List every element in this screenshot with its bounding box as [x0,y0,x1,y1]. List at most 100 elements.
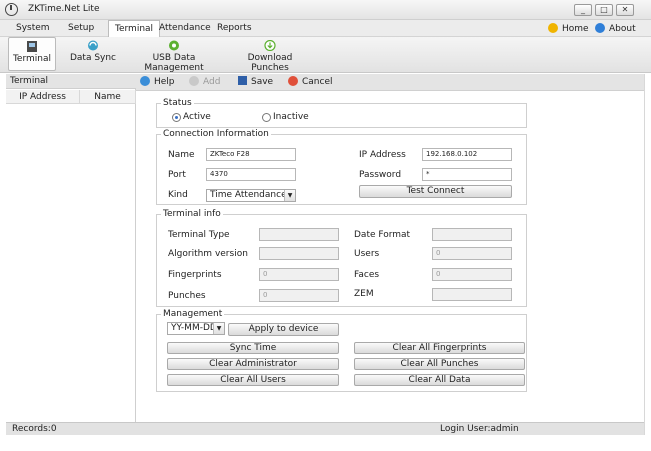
usb-icon [169,40,179,51]
toolbar-terminal-label: Terminal [12,54,52,64]
terminal-type-label: Terminal Type [168,230,230,240]
terminal-type-field [259,228,339,241]
status-inactive-label: Inactive [273,112,309,122]
clear-all-fingerprints-button[interactable]: Clear All Fingerprints [354,342,525,354]
clear-all-punches-button[interactable]: Clear All Punches [354,358,525,370]
toolbar-data-sync-label: Data Sync [69,53,117,63]
status-group [156,103,527,128]
management-legend: Management [161,309,225,319]
column-ip-address[interactable]: IP Address [6,90,80,104]
title-bar: ZKTime.Net Lite _ □ ✕ [0,0,651,20]
toolbar-data-sync-button[interactable]: Data Sync [68,37,118,71]
fingerprints-label: Fingerprints [168,270,222,280]
cancel-label: Cancel [302,77,333,87]
menu-reports[interactable]: Reports [211,20,258,37]
date-format-select[interactable]: YY-MM-DD ▼ [167,322,225,335]
terminal-icon [27,41,37,52]
zem-field [432,288,512,301]
clear-all-users-button[interactable]: Clear All Users [167,374,339,386]
add-button[interactable]: Add [189,74,220,91]
users-field: 0 [432,247,512,260]
kind-select[interactable]: Time Attendance ▼ [206,189,296,202]
fingerprints-field: 0 [259,268,339,281]
maximize-button[interactable]: □ [595,4,613,16]
kind-label: Kind [168,190,188,200]
column-name[interactable]: Name [80,90,136,104]
home-link[interactable]: Home [548,22,589,36]
date-format-field [432,228,512,241]
terminal-info-legend: Terminal info [161,209,223,219]
help-button[interactable]: Help [140,74,175,91]
info-icon [595,23,605,33]
chevron-down-icon: ▼ [213,323,224,334]
add-label: Add [203,77,221,87]
status-active-label: Active [183,112,211,122]
sync-time-button[interactable]: Sync Time [167,342,339,354]
status-active-radio[interactable] [172,113,181,122]
action-bar: Help Add Save Cancel [136,74,644,91]
close-button[interactable]: ✕ [616,4,634,16]
save-button[interactable]: Save [238,74,273,91]
punches-field: 0 [259,289,339,302]
password-label: Password [359,170,402,180]
frame-divider [644,74,645,435]
home-label: Home [562,24,589,34]
menu-bar: System Setup Terminal Attendance Reports… [0,20,651,38]
date-format-value: YY-MM-DD [171,323,217,333]
terminal-list-panel: Terminal IP Address Name [6,74,136,422]
password-field[interactable]: * [422,168,512,181]
name-field[interactable]: ZKTeco F28 [206,148,296,161]
terminal-list-header: IP Address Name [6,90,136,104]
about-link[interactable]: About [595,22,636,36]
port-field[interactable]: 4370 [206,168,296,181]
login-user: Login User:admin [440,424,519,434]
clear-administrator-button[interactable]: Clear Administrator [167,358,339,370]
ip-address-field[interactable]: 192.168.0.102 [422,148,512,161]
status-inactive-radio[interactable] [262,113,271,122]
records-count: Records:0 [12,424,57,434]
faces-field: 0 [432,268,512,281]
add-icon [189,76,199,86]
save-icon [238,76,247,85]
punches-label: Punches [168,291,206,301]
date-format-label: Date Format [354,230,411,240]
clock-app-icon [5,3,18,16]
save-label: Save [251,77,274,87]
about-label: About [609,24,636,34]
window-title: ZKTime.Net Lite [28,4,100,14]
help-icon [140,76,150,86]
toolbar: Terminal Data Sync USB Data Management D… [0,37,651,73]
toolbar-usb-label: USB Data Management [144,53,204,73]
toolbar-download-button[interactable]: Download Punches [230,37,310,73]
data-sync-icon [88,40,98,51]
users-label: Users [354,249,380,259]
apply-to-device-button[interactable]: Apply to device [228,323,339,336]
toolbar-download-label: Download Punches [247,53,293,73]
toolbar-usb-button[interactable]: USB Data Management [126,37,222,73]
ip-address-label: IP Address [359,150,406,160]
status-legend: Status [161,98,194,108]
name-label: Name [168,150,195,160]
menu-setup[interactable]: Setup [62,20,100,37]
connection-legend: Connection Information [161,129,271,139]
port-label: Port [168,170,186,180]
faces-label: Faces [354,270,380,280]
algorithm-version-field [259,247,339,260]
menu-system[interactable]: System [10,20,56,37]
zem-label: ZEM [354,289,374,299]
toolbar-terminal-button[interactable]: Terminal [8,37,56,71]
help-label: Help [154,77,175,87]
kind-value: Time Attendance [210,190,287,200]
terminal-list-title: Terminal [6,74,136,89]
test-connect-button[interactable]: Test Connect [359,185,512,198]
minimize-button[interactable]: _ [574,4,592,16]
chevron-down-icon: ▼ [284,190,295,201]
cancel-button[interactable]: Cancel [288,74,333,91]
status-bar: Records:0 Login User:admin [6,422,644,435]
menu-attendance[interactable]: Attendance [153,20,217,37]
algorithm-version-label: Algorithm version [168,249,248,259]
home-icon [548,23,558,33]
clear-all-data-button[interactable]: Clear All Data [354,374,525,386]
download-icon [264,40,276,51]
cancel-icon [288,76,298,86]
